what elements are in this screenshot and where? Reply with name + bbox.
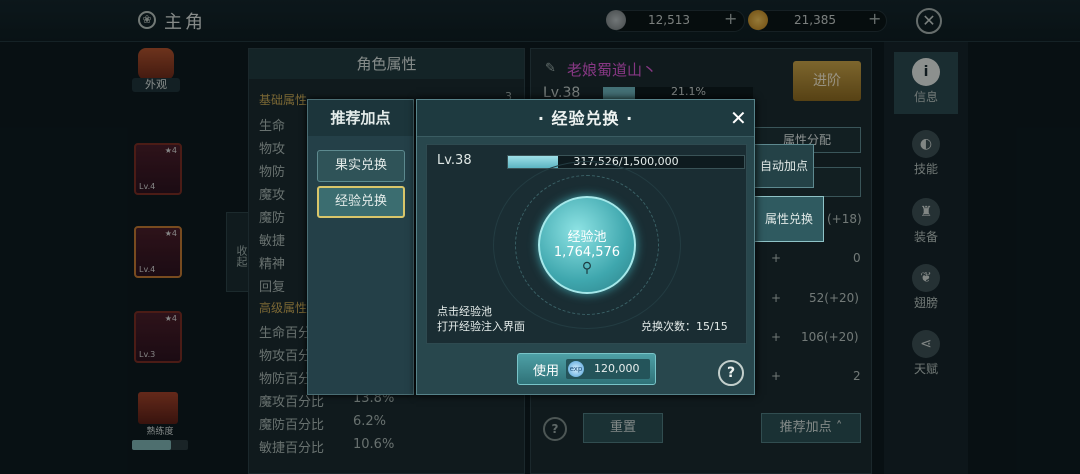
- magnifier-icon: ⚲: [581, 260, 593, 276]
- hint-line-1: 点击经验池: [437, 305, 492, 318]
- cost-value: 120,000: [594, 362, 640, 375]
- auto-add-points-tab[interactable]: 自动加点: [754, 144, 814, 188]
- help-button[interactable]: ?: [718, 360, 744, 386]
- exp-pool-button[interactable]: 经验池 1,764,576 ⚲: [538, 196, 636, 294]
- modal-close-icon[interactable]: ✕: [730, 106, 747, 130]
- use-button[interactable]: 使用 exp 120,000: [517, 353, 656, 385]
- fruit-exchange-button[interactable]: 果实兑换: [317, 150, 405, 182]
- exp-exchange-modal: · 经验兑换 · ✕ Lv.38 317,526/1,500,000 经验池 1…: [416, 99, 755, 395]
- exchange-count: 兑换次数：15/15: [641, 320, 728, 333]
- modal-level: Lv.38: [437, 153, 472, 168]
- recommend-title: 推荐加点: [308, 100, 413, 136]
- attr-exchange-tab[interactable]: 属性兑换: [754, 196, 824, 242]
- modal-header: · 经验兑换 · ✕: [417, 100, 754, 137]
- recommend-panel: 推荐加点 果实兑换 经验兑换: [307, 99, 414, 395]
- exp-bar-text: 317,526/1,500,000: [573, 155, 679, 168]
- exp-bar: 317,526/1,500,000: [507, 155, 745, 169]
- exp-pool-value: 1,764,576: [553, 245, 621, 260]
- exp-exchange-body: Lv.38 317,526/1,500,000 经验池 1,764,576 ⚲ …: [426, 144, 747, 344]
- hint-line-2: 打开经验注入界面: [437, 320, 525, 333]
- modal-title: · 经验兑换 ·: [537, 109, 634, 128]
- exp-exchange-button[interactable]: 经验兑换: [317, 186, 405, 218]
- exp-coin-icon: exp: [568, 361, 584, 377]
- exp-pool-label: 经验池: [567, 230, 607, 245]
- use-label: 使用: [533, 364, 560, 379]
